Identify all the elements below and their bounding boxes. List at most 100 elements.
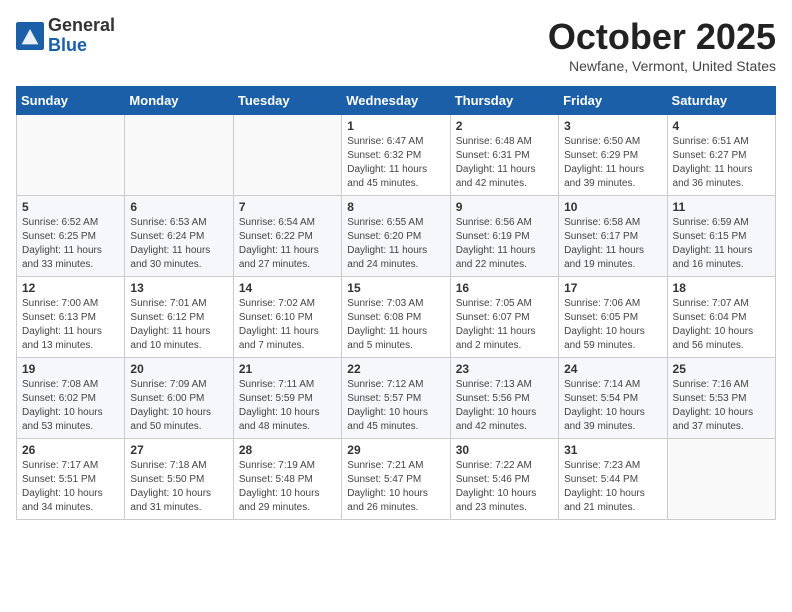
day-info: Sunrise: 7:18 AM Sunset: 5:50 PM Dayligh…: [130, 459, 227, 515]
day-info: Sunrise: 7:13 AM Sunset: 5:56 PM Dayligh…: [456, 378, 553, 434]
calendar-cell: 21 Sunrise: 7:11 AM Sunset: 5:59 PM Dayli…: [233, 358, 341, 439]
calendar-week-row: 26 Sunrise: 7:17 AM Sunset: 5:51 PM Dayli…: [17, 439, 776, 520]
day-info: Sunrise: 7:08 AM Sunset: 6:02 PM Dayligh…: [22, 378, 119, 434]
day-info: Sunrise: 6:51 AM Sunset: 6:27 PM Dayligh…: [673, 135, 770, 191]
calendar-cell: 22 Sunrise: 7:12 AM Sunset: 5:57 PM Dayli…: [342, 358, 450, 439]
calendar-cell: 15Sunrise: 7:03 AM Sunset: 6:08 PM Dayli…: [342, 277, 450, 358]
day-number: 10: [564, 200, 661, 214]
day-info: Sunrise: 7:06 AM Sunset: 6:05 PM Dayligh…: [564, 297, 661, 353]
day-number: 8: [347, 200, 444, 214]
calendar-cell: 7 Sunrise: 6:54 AM Sunset: 6:22 PM Daylig…: [233, 196, 341, 277]
day-info: Sunrise: 7:17 AM Sunset: 5:51 PM Dayligh…: [22, 459, 119, 515]
day-info: Sunrise: 6:58 AM Sunset: 6:17 PM Dayligh…: [564, 216, 661, 272]
day-number: 20: [130, 362, 227, 376]
calendar-cell: 3 Sunrise: 6:50 AM Sunset: 6:29 PM Daylig…: [559, 115, 667, 196]
calendar-cell: 10 Sunrise: 6:58 AM Sunset: 6:17 PM Dayli…: [559, 196, 667, 277]
weekday-header-row: SundayMondayTuesdayWednesdayThursdayFrid…: [17, 87, 776, 115]
calendar-cell: [233, 115, 341, 196]
calendar-cell: 12 Sunrise: 7:00 AM Sunset: 6:13 PM Dayli…: [17, 277, 125, 358]
day-number: 17: [564, 281, 661, 295]
day-number: 4: [673, 119, 770, 133]
day-number: 24: [564, 362, 661, 376]
day-info: Sunrise: 7:01 AM Sunset: 6:12 PM Dayligh…: [130, 297, 227, 353]
day-info: Sunrise: 7:14 AM Sunset: 5:54 PM Dayligh…: [564, 378, 661, 434]
title-block: October 2025 Newfane, Vermont, United St…: [548, 16, 776, 74]
calendar-cell: 29Sunrise: 7:21 AM Sunset: 5:47 PM Dayli…: [342, 439, 450, 520]
day-number: 7: [239, 200, 336, 214]
weekday-header: Friday: [559, 87, 667, 115]
calendar-cell: 19 Sunrise: 7:08 AM Sunset: 6:02 PM Dayli…: [17, 358, 125, 439]
calendar-table: SundayMondayTuesdayWednesdayThursdayFrid…: [16, 86, 776, 520]
calendar-cell: 30 Sunrise: 7:22 AM Sunset: 5:46 PM Dayli…: [450, 439, 558, 520]
day-info: Sunrise: 7:00 AM Sunset: 6:13 PM Dayligh…: [22, 297, 119, 353]
day-number: 12: [22, 281, 119, 295]
day-number: 29: [347, 443, 444, 457]
calendar-cell: 23Sunrise: 7:13 AM Sunset: 5:56 PM Dayli…: [450, 358, 558, 439]
day-number: 30: [456, 443, 553, 457]
weekday-header: Tuesday: [233, 87, 341, 115]
day-info: Sunrise: 6:48 AM Sunset: 6:31 PM Dayligh…: [456, 135, 553, 191]
calendar-cell: 4 Sunrise: 6:51 AM Sunset: 6:27 PM Daylig…: [667, 115, 775, 196]
day-number: 18: [673, 281, 770, 295]
calendar-cell: 26 Sunrise: 7:17 AM Sunset: 5:51 PM Dayli…: [17, 439, 125, 520]
day-info: Sunrise: 6:55 AM Sunset: 6:20 PM Dayligh…: [347, 216, 444, 272]
day-number: 27: [130, 443, 227, 457]
calendar-cell: 14 Sunrise: 7:02 AM Sunset: 6:10 PM Dayli…: [233, 277, 341, 358]
day-info: Sunrise: 7:02 AM Sunset: 6:10 PM Dayligh…: [239, 297, 336, 353]
calendar-cell: 28Sunrise: 7:19 AM Sunset: 5:48 PM Dayli…: [233, 439, 341, 520]
calendar-cell: 6 Sunrise: 6:53 AM Sunset: 6:24 PM Daylig…: [125, 196, 233, 277]
location: Newfane, Vermont, United States: [548, 58, 776, 74]
calendar-week-row: 5Sunrise: 6:52 AM Sunset: 6:25 PM Daylig…: [17, 196, 776, 277]
logo-blue-text: Blue: [48, 36, 115, 56]
day-info: Sunrise: 6:50 AM Sunset: 6:29 PM Dayligh…: [564, 135, 661, 191]
day-info: Sunrise: 6:52 AM Sunset: 6:25 PM Dayligh…: [22, 216, 119, 272]
day-number: 11: [673, 200, 770, 214]
day-number: 26: [22, 443, 119, 457]
day-number: 28: [239, 443, 336, 457]
day-number: 6: [130, 200, 227, 214]
calendar-cell: 16Sunrise: 7:05 AM Sunset: 6:07 PM Dayli…: [450, 277, 558, 358]
weekday-header: Monday: [125, 87, 233, 115]
day-info: Sunrise: 7:23 AM Sunset: 5:44 PM Dayligh…: [564, 459, 661, 515]
calendar-cell: 5Sunrise: 6:52 AM Sunset: 6:25 PM Daylig…: [17, 196, 125, 277]
day-info: Sunrise: 6:56 AM Sunset: 6:19 PM Dayligh…: [456, 216, 553, 272]
calendar-cell: [17, 115, 125, 196]
calendar-cell: 13 Sunrise: 7:01 AM Sunset: 6:12 PM Dayli…: [125, 277, 233, 358]
calendar-cell: 24 Sunrise: 7:14 AM Sunset: 5:54 PM Dayli…: [559, 358, 667, 439]
day-info: Sunrise: 6:53 AM Sunset: 6:24 PM Dayligh…: [130, 216, 227, 272]
day-info: Sunrise: 7:11 AM Sunset: 5:59 PM Dayligh…: [239, 378, 336, 434]
day-info: Sunrise: 7:07 AM Sunset: 6:04 PM Dayligh…: [673, 297, 770, 353]
calendar-cell: 17 Sunrise: 7:06 AM Sunset: 6:05 PM Dayli…: [559, 277, 667, 358]
day-info: Sunrise: 7:03 AM Sunset: 6:08 PM Dayligh…: [347, 297, 444, 353]
day-number: 9: [456, 200, 553, 214]
month-title: October 2025: [548, 16, 776, 58]
calendar-cell: 9 Sunrise: 6:56 AM Sunset: 6:19 PM Daylig…: [450, 196, 558, 277]
weekday-header: Thursday: [450, 87, 558, 115]
day-info: Sunrise: 7:16 AM Sunset: 5:53 PM Dayligh…: [673, 378, 770, 434]
day-number: 2: [456, 119, 553, 133]
day-info: Sunrise: 7:22 AM Sunset: 5:46 PM Dayligh…: [456, 459, 553, 515]
day-number: 13: [130, 281, 227, 295]
day-number: 19: [22, 362, 119, 376]
day-number: 16: [456, 281, 553, 295]
day-info: Sunrise: 7:09 AM Sunset: 6:00 PM Dayligh…: [130, 378, 227, 434]
calendar-week-row: 1Sunrise: 6:47 AM Sunset: 6:32 PM Daylig…: [17, 115, 776, 196]
calendar-cell: 2 Sunrise: 6:48 AM Sunset: 6:31 PM Daylig…: [450, 115, 558, 196]
calendar-cell: [125, 115, 233, 196]
logo-icon: [16, 22, 44, 50]
calendar-cell: [667, 439, 775, 520]
day-number: 31: [564, 443, 661, 457]
calendar-week-row: 12 Sunrise: 7:00 AM Sunset: 6:13 PM Dayli…: [17, 277, 776, 358]
logo-general-text: General: [48, 16, 115, 36]
day-info: Sunrise: 6:54 AM Sunset: 6:22 PM Dayligh…: [239, 216, 336, 272]
day-number: 25: [673, 362, 770, 376]
day-number: 22: [347, 362, 444, 376]
day-number: 3: [564, 119, 661, 133]
page-header: General Blue October 2025 Newfane, Vermo…: [16, 16, 776, 74]
day-number: 14: [239, 281, 336, 295]
day-number: 21: [239, 362, 336, 376]
calendar-week-row: 19 Sunrise: 7:08 AM Sunset: 6:02 PM Dayli…: [17, 358, 776, 439]
calendar-cell: 11Sunrise: 6:59 AM Sunset: 6:15 PM Dayli…: [667, 196, 775, 277]
day-info: Sunrise: 7:12 AM Sunset: 5:57 PM Dayligh…: [347, 378, 444, 434]
calendar-cell: 20 Sunrise: 7:09 AM Sunset: 6:00 PM Dayli…: [125, 358, 233, 439]
